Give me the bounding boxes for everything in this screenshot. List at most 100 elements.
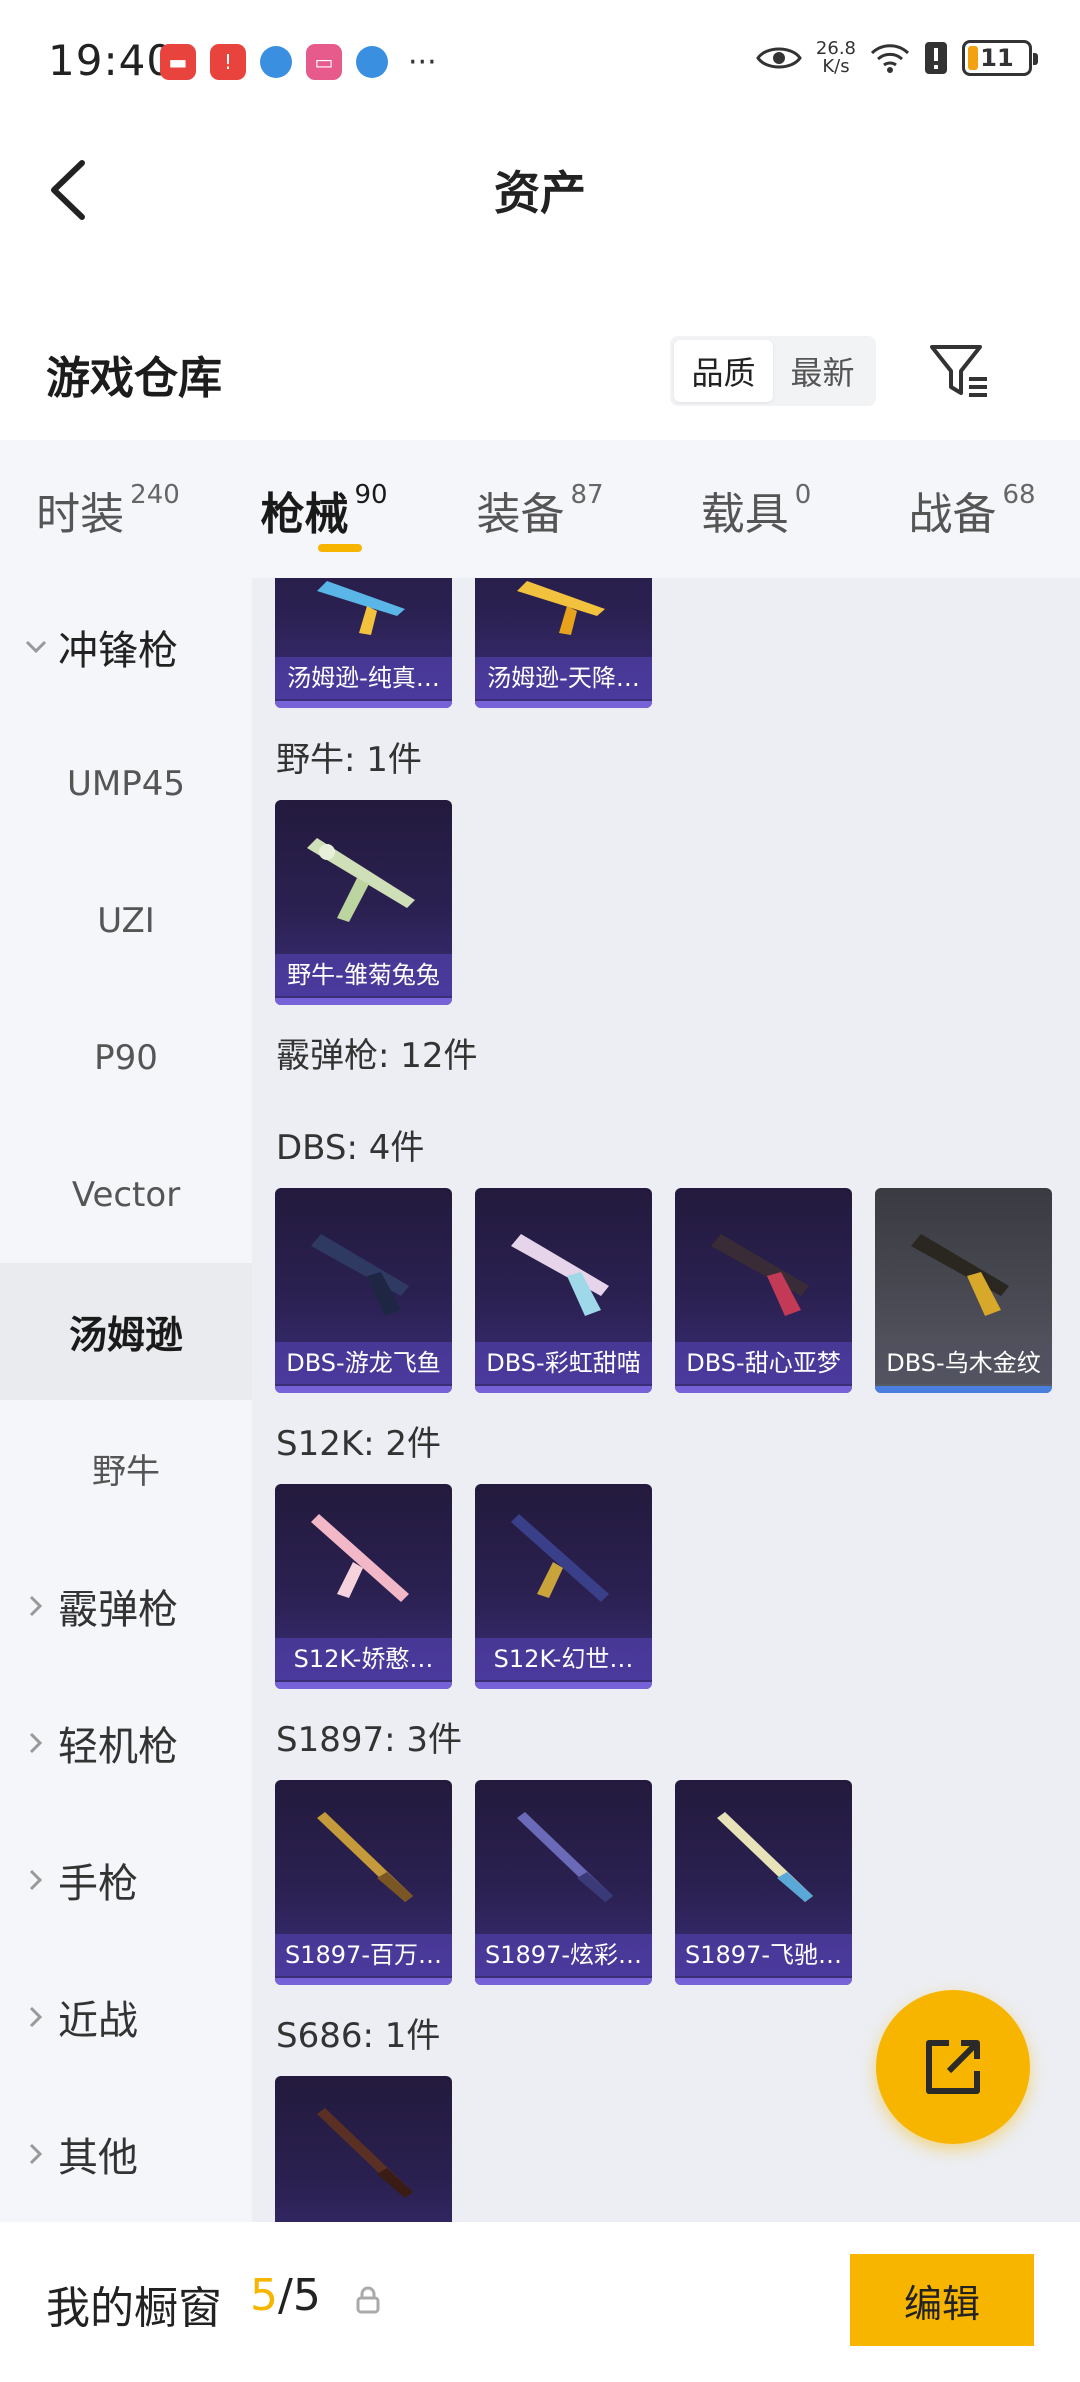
sidebar-item-uzi[interactable]: UZI [0,852,252,989]
section-title: DBS: 4件 [276,1128,425,1168]
tab-supplies[interactable]: 战备 68 [864,440,1080,578]
tab-label: 枪械 [260,489,349,540]
weapon-card-name: DBS-游龙飞鱼 [275,1342,452,1384]
sidebar-item-smg[interactable]: 冲锋枪 [0,578,252,715]
bottom-bar: 我的橱窗 5/5 编辑 [0,2222,1080,2382]
weapon-card[interactable]: DBS-甜心亚梦 [675,1188,852,1393]
sort-newest-button[interactable]: 最新 [773,340,872,402]
sidebar-item-thompson[interactable]: 汤姆逊 [0,1263,252,1400]
weapon-image [311,1234,409,1316]
tab-label: 载具 [700,489,789,540]
weapon-image [317,2108,413,2198]
weapon-card-name: S1897-百万… [275,1934,452,1976]
showcase-separator: / [278,2270,293,2321]
filter-button[interactable] [924,336,994,406]
weapon-image [511,1514,609,1602]
tab-count: 87 [570,480,604,510]
tab-count: 90 [354,480,388,510]
battery-icon: 11 [962,40,1038,76]
filter-icon [930,345,987,397]
tab-fashion[interactable]: 时装 240 [0,440,216,578]
weapon-card-name: S12K-娇憨… [275,1638,452,1680]
weapon-card[interactable]: 野牛-雏菊兔兔 [275,800,452,1005]
chevron-right-icon [20,1595,52,1617]
sidebar-item-label: 近战 [58,1997,138,2044]
weapon-card[interactable]: 汤姆逊-天降… [475,578,652,708]
weapon-list: 汤姆逊-纯真… 汤姆逊-天降… 野牛: 1件 野牛-雏菊兔兔 霰弹枪: 12件 … [252,578,1080,2222]
sidebar-item-label: 其他 [58,2134,138,2181]
weapon-image [711,1234,809,1316]
weapon-image [717,1812,813,1902]
sidebar-item-label: 冲锋枪 [58,627,178,674]
sidebar-item-other[interactable]: 其他 [0,2085,252,2222]
title-bar: 资产 [0,125,1080,255]
browser-app-icon-2 [356,46,388,78]
weapon-image [517,1812,613,1902]
section-title: 霰弹枪: 12件 [276,1036,478,1076]
weapon-card[interactable]: S12K-娇憨… [275,1484,452,1689]
chevron-down-icon [20,640,52,654]
status-bar: 19:40 ▬ ! ▭ ··· 26.8 K/s 11 [0,0,1080,125]
sidebar-item-pistol[interactable]: 手枪 [0,1811,252,1948]
weapon-card[interactable] [275,2076,452,2222]
weapon-image [307,838,415,922]
sidebar-item-bizon[interactable]: 野牛 [0,1400,252,1537]
weapon-card[interactable]: DBS-彩虹甜喵 [475,1188,652,1393]
section-title: S686: 1件 [276,2016,441,2056]
share-button[interactable] [876,1990,1030,2144]
showcase-total: 5 [292,2270,321,2321]
chevron-right-icon [20,1732,52,1754]
alert-app-icon: ! [210,44,246,80]
category-tabs: 时装 240 枪械 90 装备 87 载具 0 战备 68 [0,440,1080,578]
weapon-card[interactable]: 汤姆逊-纯真… [275,578,452,708]
browser-app-icon [260,46,292,78]
weapon-card[interactable]: DBS-乌木金纹 [875,1188,1052,1393]
warehouse-header: 游戏仓库 品质 最新 [0,320,1080,440]
chevron-right-icon [20,2143,52,2165]
weapon-card[interactable]: S1897-炫彩… [475,1780,652,1985]
sidebar-item-vector[interactable]: Vector [0,1126,252,1263]
sort-quality-button[interactable]: 品质 [674,340,773,402]
weapon-card[interactable]: S12K-幻世… [475,1484,652,1689]
tab-label: 时装 [36,489,125,540]
tab-vehicles[interactable]: 载具 0 [648,440,864,578]
sidebar-item-melee[interactable]: 近战 [0,1948,252,2085]
weapon-image [511,1234,609,1316]
edit-button[interactable]: 编辑 [850,2254,1034,2346]
tab-count: 68 [1002,480,1036,510]
sidebar-item-label: 霰弹枪 [58,1586,178,1633]
sidebar-item-ump45[interactable]: UMP45 [0,715,252,852]
more-notifications-icon: ··· [408,44,437,80]
weapon-card-name: 汤姆逊-纯真… [275,657,452,699]
weapon-sidebar: 冲锋枪 UMP45 UZI P90 Vector 汤姆逊 野牛 霰弹枪 轻机枪 … [0,578,252,2222]
sidebar-item-lmg[interactable]: 轻机枪 [0,1674,252,1811]
weapon-card-name: 野牛-雏菊兔兔 [275,954,452,996]
tab-firearms[interactable]: 枪械 90 [216,440,432,578]
shopping-app-icon: ▬ [160,44,196,80]
sidebar-item-label: 手枪 [58,1860,138,1907]
weapon-card[interactable]: S1897-百万… [275,1780,452,1985]
tab-count: 0 [794,480,812,510]
active-tab-indicator [318,544,362,552]
showcase-current: 5 [250,2270,278,2321]
status-time: 19:40 [48,36,175,85]
sidebar-item-p90[interactable]: P90 [0,989,252,1126]
share-external-icon [926,2040,980,2094]
page-title: 资产 [494,166,586,220]
weapon-card[interactable]: S1897-飞驰… [675,1780,852,1985]
tab-equipment[interactable]: 装备 87 [432,440,648,578]
video-app-icon: ▭ [306,44,342,80]
tab-label: 装备 [476,489,565,540]
weapon-card-name: 汤姆逊-天降… [475,657,652,699]
network-speed-unit: K/s [822,56,850,77]
weapon-image [911,1234,1009,1316]
notification-icons: ▬ ! ▭ ··· [160,44,437,80]
section-title: S1897: 3件 [276,1720,463,1760]
weapon-card-name: DBS-彩虹甜喵 [475,1342,652,1384]
section-title: S12K: 2件 [276,1424,442,1464]
alert-icon [925,42,947,74]
weapon-card[interactable]: DBS-游龙飞鱼 [275,1188,452,1393]
tab-label: 战备 [908,489,997,540]
chevron-right-icon [20,2006,52,2028]
sidebar-item-shotgun[interactable]: 霰弹枪 [0,1537,252,1674]
